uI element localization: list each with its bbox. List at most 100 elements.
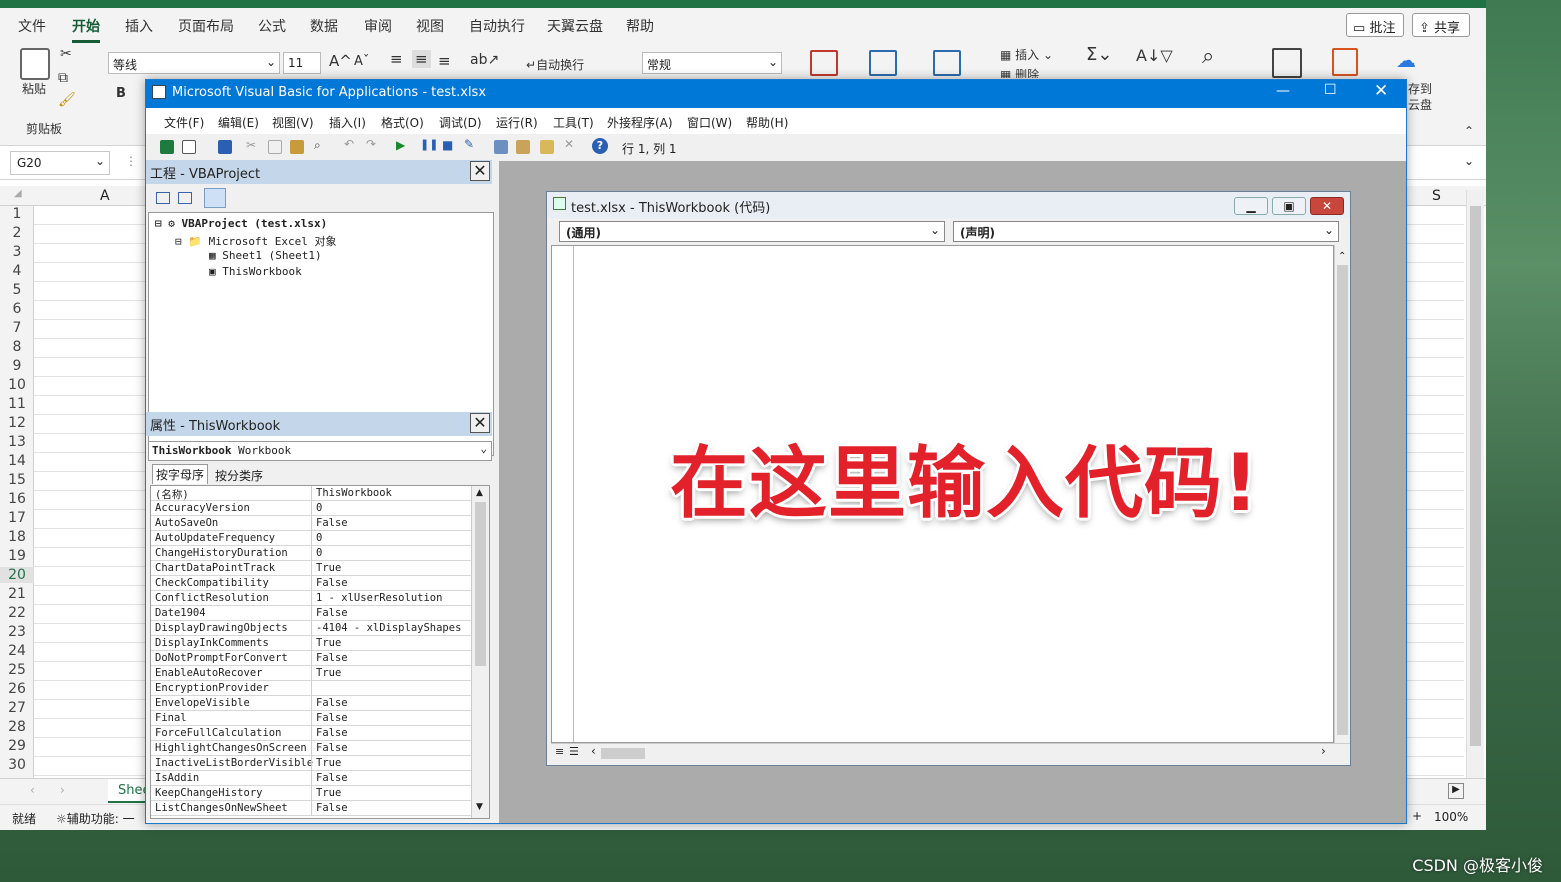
property-row[interactable]: ChangeHistoryDuration 0 — [151, 546, 471, 561]
copy-icon[interactable] — [268, 140, 282, 154]
property-value[interactable]: True — [316, 562, 341, 574]
menu-file[interactable]: 文件(F) — [164, 114, 204, 131]
procedure-dropdown[interactable]: (声明) ⌄ — [953, 221, 1339, 242]
menu-addins[interactable]: 外接程序(A) — [607, 114, 673, 131]
addins-icon[interactable] — [1332, 48, 1358, 76]
accessibility-status[interactable]: ☼辅助功能: 一 — [56, 810, 135, 827]
break-icon[interactable]: ❚❚ — [420, 138, 438, 152]
scroll-right-icon[interactable]: ▶ — [1448, 783, 1464, 799]
help-icon[interactable]: ? — [592, 138, 608, 154]
tree-thisworkbook-node[interactable]: ▣ ThisWorkbook — [209, 265, 302, 278]
property-row[interactable]: KeepChangeHistory True — [151, 786, 471, 801]
property-value[interactable]: False — [316, 577, 348, 589]
row-header[interactable]: 4 — [0, 263, 34, 279]
property-value[interactable]: False — [316, 697, 348, 709]
menu-format[interactable]: 格式(O) — [381, 114, 424, 131]
sort-filter-icon[interactable]: A↓▽ — [1136, 46, 1173, 65]
expand-formula-icon[interactable]: ⌄ — [1464, 154, 1474, 168]
run-icon[interactable]: ▶ — [396, 138, 410, 152]
property-row[interactable]: ConflictResolution 1 - xlUserResolution — [151, 591, 471, 606]
row-header[interactable]: 25 — [0, 662, 34, 678]
cut-icon[interactable]: ✂ — [60, 46, 72, 62]
property-value[interactable]: False — [316, 802, 348, 814]
orientation-icon[interactable]: ab↗ — [470, 52, 499, 68]
sheet-vertical-scrollbar[interactable] — [1466, 190, 1484, 780]
save-icon[interactable] — [218, 140, 232, 154]
property-row[interactable]: AutoSaveOn False — [151, 516, 471, 531]
column-header-a[interactable]: A — [100, 188, 110, 204]
property-value[interactable]: True — [316, 637, 341, 649]
props-object-combo[interactable]: ThisWorkbook Workbook ⌄ — [148, 441, 492, 461]
shrink-font-icon[interactable]: Aˇ — [354, 54, 369, 69]
property-row[interactable]: (名称) ThisWorkbook — [151, 486, 471, 501]
row-header[interactable]: 30 — [0, 757, 34, 773]
tab-review[interactable]: 审阅 — [364, 16, 392, 36]
find-icon[interactable]: ⌕ — [1202, 44, 1214, 69]
menu-insert[interactable]: 插入(I) — [329, 114, 366, 131]
conditional-format-icon[interactable] — [810, 50, 838, 76]
row-header[interactable]: 29 — [0, 738, 34, 754]
tab-alphabetic[interactable]: 按字母序 — [152, 464, 209, 484]
tree-folder-node[interactable]: ⊟ 📁 Microsoft Excel 对象 — [175, 233, 337, 249]
number-format-combo[interactable]: 常规 ⌄ — [642, 52, 782, 74]
row-header[interactable]: 18 — [0, 529, 34, 545]
insert-module-icon[interactable] — [182, 140, 196, 154]
property-row[interactable]: EnvelopeVisible False — [151, 696, 471, 711]
redo-icon[interactable]: ↷ — [366, 137, 380, 151]
property-value[interactable]: 0 — [316, 502, 322, 514]
tab-data[interactable]: 数据 — [310, 16, 338, 36]
tab-view[interactable]: 视图 — [416, 16, 444, 36]
minimize-icon[interactable]: — — [1276, 83, 1290, 99]
scroll-thumb[interactable] — [1470, 206, 1481, 746]
row-header[interactable]: 16 — [0, 491, 34, 507]
view-code-icon[interactable] — [156, 192, 170, 204]
tab-home[interactable]: 开始 — [72, 16, 100, 43]
scroll-up-icon[interactable]: ⌃ — [1338, 251, 1346, 262]
close-icon[interactable]: ✕ — [470, 161, 490, 181]
property-row[interactable]: ListChangesOnNewSheet False — [151, 801, 471, 816]
property-row[interactable]: Final False — [151, 711, 471, 726]
property-value[interactable]: 0 — [316, 547, 322, 559]
name-box[interactable]: G20 ⌄ — [10, 151, 110, 175]
align-top-icon[interactable]: ≡ — [390, 50, 403, 68]
view-excel-icon[interactable] — [160, 140, 174, 154]
row-header[interactable]: 11 — [0, 396, 34, 412]
row-header[interactable]: 17 — [0, 510, 34, 526]
property-value[interactable]: False — [316, 727, 348, 739]
paste-icon[interactable] — [290, 140, 304, 154]
tab-page-layout[interactable]: 页面布局 — [178, 16, 234, 36]
tab-cloud[interactable]: 天翼云盘 — [547, 16, 603, 36]
tab-file[interactable]: 文件 — [18, 16, 46, 36]
property-value[interactable]: -4104 - xlDisplayShapes — [316, 622, 461, 634]
property-value[interactable]: False — [316, 607, 348, 619]
more-icon[interactable]: ⋮ — [125, 154, 137, 168]
property-value[interactable]: False — [316, 712, 348, 724]
format-painter-icon[interactable]: 🖌 — [58, 92, 76, 108]
close-icon[interactable]: ✕ — [470, 413, 490, 433]
toolbox-icon[interactable]: ✕ — [564, 137, 578, 151]
scroll-right-icon[interactable]: › — [1321, 744, 1326, 758]
scroll-up-icon[interactable]: ▲ — [476, 488, 483, 498]
tab-automate[interactable]: 自动执行 — [469, 16, 525, 36]
row-header[interactable]: 8 — [0, 339, 34, 355]
row-header[interactable]: 19 — [0, 548, 34, 564]
close-icon[interactable]: ✕ — [1374, 81, 1388, 101]
property-row[interactable]: InactiveListBorderVisible True — [151, 756, 471, 771]
menu-view[interactable]: 视图(V) — [272, 114, 314, 131]
row-header[interactable]: 6 — [0, 301, 34, 317]
row-header[interactable]: 15 — [0, 472, 34, 488]
zoom-level[interactable]: 100% — [1434, 810, 1468, 824]
bold-button[interactable]: B — [116, 86, 126, 101]
full-module-view-icon[interactable]: ☰ — [569, 745, 579, 758]
property-row[interactable]: Date1904 False — [151, 606, 471, 621]
copy-icon[interactable]: ⧉ — [58, 70, 68, 86]
column-header-s[interactable]: S — [1432, 188, 1441, 204]
row-header[interactable]: 1 — [0, 206, 34, 222]
menu-help[interactable]: 帮助(H) — [746, 114, 788, 131]
property-value[interactable]: False — [316, 517, 348, 529]
tab-help[interactable]: 帮助 — [626, 16, 654, 36]
row-header-selected[interactable]: 20 — [0, 567, 34, 583]
font-name-combo[interactable]: 等线 ⌄ — [108, 52, 280, 74]
property-value[interactable]: ThisWorkbook — [316, 487, 392, 499]
row-header[interactable]: 28 — [0, 719, 34, 735]
